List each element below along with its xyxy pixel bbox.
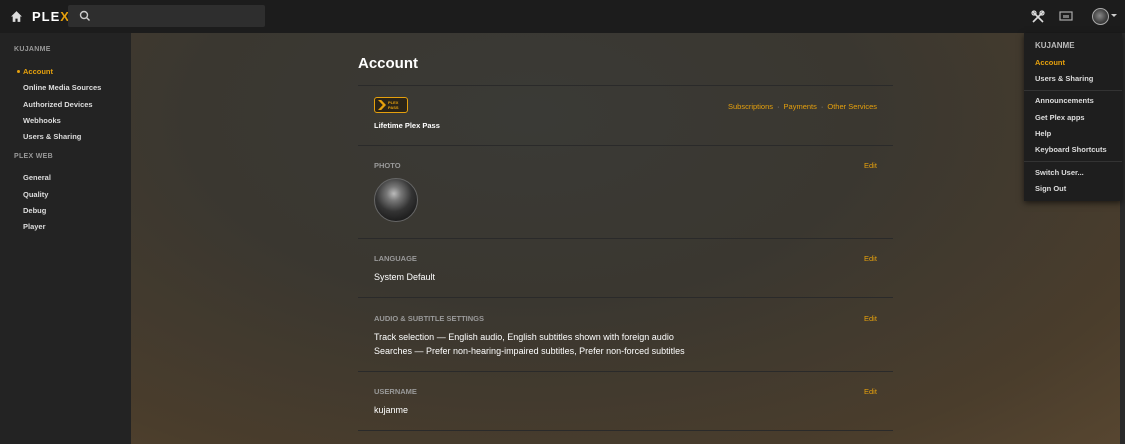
menu-item-sign-out[interactable]: Sign Out [1035, 184, 1066, 193]
audio-subtitle-edit-button[interactable]: Edit [864, 314, 877, 323]
divider [358, 430, 893, 431]
menu-item-help[interactable]: Help [1035, 129, 1051, 138]
menu-divider [1024, 90, 1122, 91]
account-links: Subscriptions · Payments · Other Services [728, 102, 877, 111]
sidebar-item-quality[interactable]: Quality [23, 190, 48, 199]
language-value: System Default [374, 272, 436, 282]
language-label: LANGUAGE [374, 254, 417, 263]
settings-sidebar: KUJANME Account Online Media Sources Aut… [0, 33, 131, 444]
menu-item-switch-user[interactable]: Switch User... [1035, 168, 1084, 177]
username-label: USERNAME [374, 387, 417, 396]
sidebar-item-webhooks[interactable]: Webhooks [23, 116, 61, 125]
menu-item-announcements[interactable]: Announcements [1035, 96, 1094, 105]
divider [358, 371, 893, 372]
logo-text: PLE [32, 9, 61, 24]
payments-link[interactable]: Payments [784, 102, 817, 111]
sidebar-item-general[interactable]: General [23, 173, 51, 182]
active-indicator [17, 70, 20, 73]
menu-item-keyboard-shortcuts[interactable]: Keyboard Shortcuts [1035, 145, 1107, 154]
link-separator: · [820, 102, 824, 111]
plan-name: Lifetime Plex Pass [374, 121, 440, 130]
username-value: kujanme [374, 405, 409, 415]
sidebar-item-online-media-sources[interactable]: Online Media Sources [23, 83, 101, 92]
sidebar-heading-user: KUJANME [14, 46, 51, 53]
search-icon [79, 10, 90, 21]
user-avatar[interactable] [1092, 8, 1109, 25]
account-page: Account PLEX PASS Lifetime Plex Pass Sub… [131, 33, 1125, 444]
plex-pass-badge: PLEX PASS [374, 97, 408, 113]
menu-item-get-plex-apps[interactable]: Get Plex apps [1035, 113, 1085, 122]
menu-divider [1024, 161, 1122, 162]
plex-chevron-icon [378, 100, 386, 110]
top-bar: PLEX [0, 0, 1125, 33]
sidebar-item-authorized-devices[interactable]: Authorized Devices [23, 100, 93, 109]
photo-edit-button[interactable]: Edit [864, 161, 877, 170]
settings-tools-icon[interactable] [1031, 10, 1045, 24]
user-menu: KUJANME Account Users & Sharing Announce… [1024, 33, 1122, 201]
page-title: Account [358, 55, 418, 72]
sidebar-heading-web: PLEX WEB [14, 153, 53, 160]
language-edit-button[interactable]: Edit [864, 254, 877, 263]
plex-logo[interactable]: PLEX [32, 9, 70, 24]
username-edit-button[interactable]: Edit [864, 387, 877, 396]
home-icon[interactable] [10, 10, 23, 23]
menu-username: KUJANME [1035, 41, 1075, 50]
subscriptions-link[interactable]: Subscriptions [728, 102, 773, 111]
audio-subtitle-value-line2: Searches — Prefer non-hearing-impaired s… [374, 346, 685, 356]
divider [358, 145, 893, 146]
sidebar-item-account[interactable]: Account [23, 67, 53, 76]
other-services-link[interactable]: Other Services [827, 102, 877, 111]
menu-item-account[interactable]: Account [1035, 58, 1065, 67]
audio-subtitle-value-line1: Track selection — English audio, English… [374, 332, 674, 342]
divider [358, 238, 893, 239]
audio-subtitle-label: AUDIO & SUBTITLE SETTINGS [374, 314, 485, 323]
menu-item-users-sharing[interactable]: Users & Sharing [1035, 74, 1093, 83]
profile-photo [374, 178, 418, 222]
plex-pass-badge-text: PLEX PASS [388, 100, 399, 110]
search-input[interactable] [68, 5, 265, 27]
link-separator: · [777, 102, 780, 111]
sidebar-item-debug[interactable]: Debug [23, 206, 46, 215]
sidebar-item-player[interactable]: Player [23, 222, 46, 231]
divider [358, 85, 893, 86]
sidebar-item-users-sharing[interactable]: Users & Sharing [23, 132, 81, 141]
cast-icon[interactable] [1059, 11, 1073, 22]
photo-label: PHOTO [374, 161, 401, 170]
chevron-down-icon[interactable] [1111, 14, 1117, 17]
divider [358, 297, 893, 298]
